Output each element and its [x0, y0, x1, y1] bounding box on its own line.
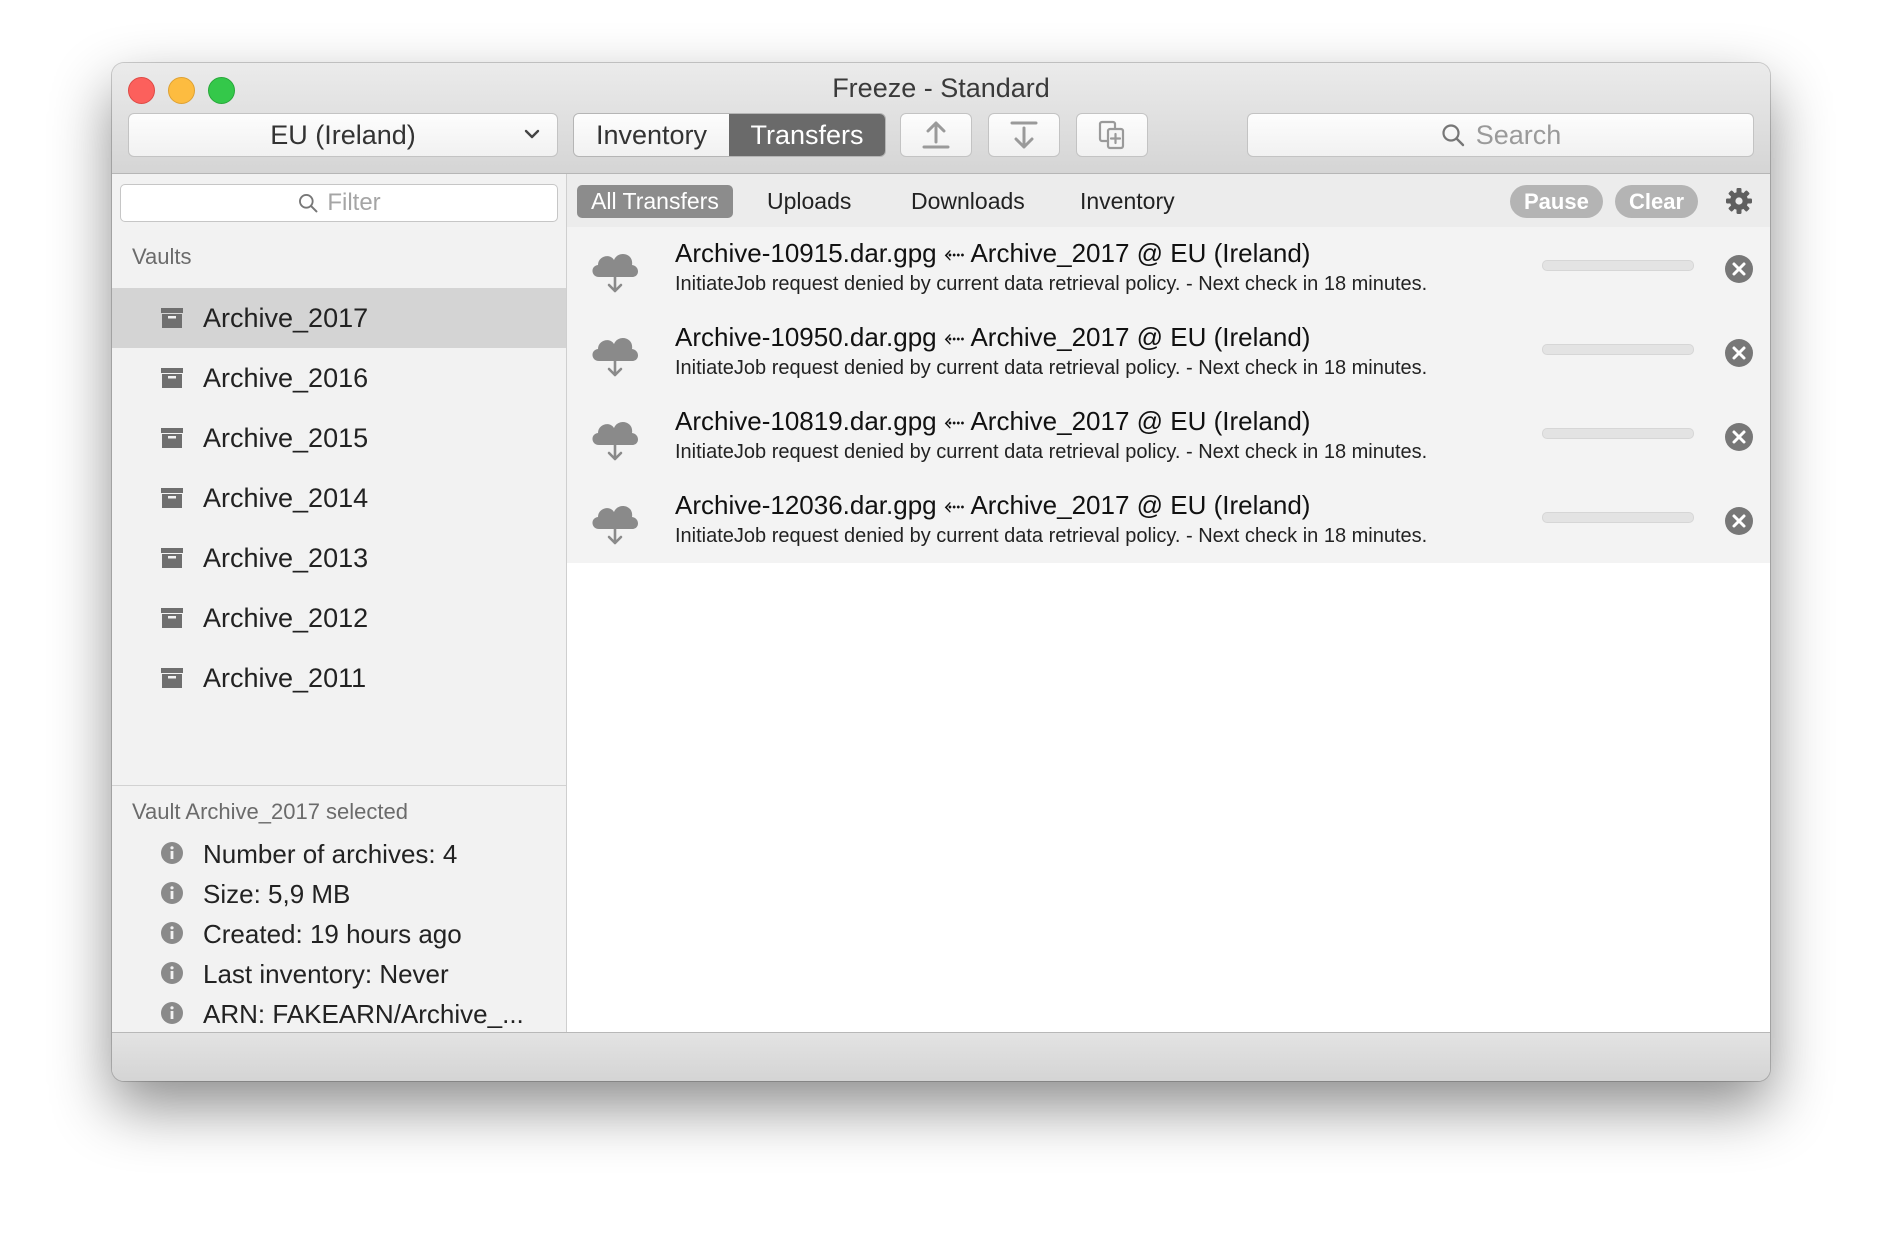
tab-inventory[interactable]: Inventory	[574, 114, 729, 156]
transfer-progress-bar	[1542, 428, 1694, 439]
download-icon	[1010, 121, 1038, 149]
vault-item[interactable]: Archive_2012	[112, 588, 566, 648]
archive-box-icon	[161, 668, 183, 688]
vault-list: Archive_2017 Archive_2016 Archive_2015 A…	[112, 288, 566, 708]
archive-box-icon	[161, 548, 183, 568]
sidebar: Filter Vaults Archive_2017 Archive_2016 …	[112, 174, 567, 1032]
vault-info-text: ARN: FAKEARN/Archive_...	[203, 998, 524, 1029]
transfer-row[interactable]: Archive-10915.dar.gpg ⬸ Archive_2017 @ E…	[567, 227, 1770, 311]
archive-box-icon	[161, 308, 183, 328]
transfer-progress-bar	[1542, 512, 1694, 523]
vault-label: Archive_2016	[203, 362, 369, 393]
download-button[interactable]	[988, 113, 1060, 157]
transfer-row[interactable]: Archive-10819.dar.gpg ⬸ Archive_2017 @ E…	[567, 395, 1770, 479]
close-circle-icon[interactable]	[1724, 254, 1754, 284]
filter-placeholder: Filter	[327, 189, 381, 216]
vault-item[interactable]: Archive_2017	[112, 288, 566, 348]
vault-info-row: ARN: FAKEARN/Archive_...	[112, 994, 566, 1034]
filter-tab-downloads[interactable]: Downloads	[911, 185, 1025, 218]
vaults-header: Vaults	[132, 244, 192, 269]
vault-label: Archive_2011	[203, 662, 367, 693]
archive-box-icon	[161, 368, 183, 388]
transfers-pane: All Transfers Uploads Downloads Inventor…	[567, 174, 1770, 1032]
vault-info-row: Last inventory: Never	[112, 954, 566, 994]
transfer-status: InitiateJob request denied by current da…	[675, 525, 1428, 547]
search-icon	[299, 194, 318, 213]
vault-item[interactable]: Archive_2014	[112, 468, 566, 528]
info-circle-icon	[161, 1002, 183, 1024]
vault-info-text: Number of archives: 4	[203, 838, 458, 869]
sidebar-divider	[112, 785, 566, 786]
filter-input[interactable]: Filter	[120, 184, 558, 222]
transfer-row[interactable]: Archive-12036.dar.gpg ⬸ Archive_2017 @ E…	[567, 479, 1770, 563]
vault-label: Archive_2014	[203, 482, 369, 513]
close-circle-icon[interactable]	[1724, 422, 1754, 452]
transfer-status: InitiateJob request denied by current da…	[675, 357, 1428, 379]
search-placeholder: Search	[1475, 119, 1562, 150]
transfer-progress-bar	[1542, 344, 1694, 355]
region-select-value: EU (Ireland)	[270, 119, 416, 150]
vault-info-row: Created: 19 hours ago	[112, 914, 566, 954]
clear-button[interactable]: Clear	[1615, 185, 1699, 218]
close-circle-icon[interactable]	[1724, 338, 1754, 368]
transfer-status: InitiateJob request denied by current da…	[675, 441, 1428, 463]
filter-tab-all-transfers[interactable]: All Transfers	[577, 185, 733, 218]
cloud-download-icon	[592, 337, 638, 377]
selected-vault-header: Vault Archive_2017 selected	[132, 799, 408, 824]
transfer-title: Archive-12036.dar.gpg ⬸ Archive_2017 @ E…	[675, 490, 1311, 520]
archive-box-icon	[161, 488, 183, 508]
vault-item[interactable]: Archive_2013	[112, 528, 566, 588]
close-circle-icon[interactable]	[1724, 506, 1754, 536]
cloud-download-icon	[592, 253, 638, 293]
info-circle-icon	[161, 842, 183, 864]
vault-info-text: Size: 5,9 MB	[203, 878, 351, 909]
filter-tab-inventory[interactable]: Inventory	[1080, 185, 1175, 218]
transfer-title: Archive-10915.dar.gpg ⬸ Archive_2017 @ E…	[675, 238, 1311, 268]
transfer-status: InitiateJob request denied by current da…	[675, 273, 1428, 295]
gear-icon[interactable]	[1725, 187, 1753, 215]
vault-info-text: Created: 19 hours ago	[203, 918, 462, 949]
vault-info-list: Number of archives: 4 Size: 5,9 MB Creat…	[112, 834, 566, 1034]
vault-info-row: Size: 5,9 MB	[112, 874, 566, 914]
transfer-title: Archive-10950.dar.gpg ⬸ Archive_2017 @ E…	[675, 322, 1311, 352]
cloud-download-icon	[592, 505, 638, 545]
vault-label: Archive_2012	[203, 602, 369, 633]
vault-item[interactable]: Archive_2011	[112, 648, 566, 708]
chevron-down-icon	[524, 129, 540, 139]
filter-tab-uploads[interactable]: Uploads	[767, 185, 851, 218]
vault-label: Archive_2015	[203, 422, 369, 453]
vault-item[interactable]: Archive_2016	[112, 348, 566, 408]
vault-info-text: Last inventory: Never	[203, 958, 449, 989]
search-icon	[1442, 124, 1464, 147]
archive-box-icon	[161, 428, 183, 448]
info-circle-icon	[161, 962, 183, 984]
copy-documents-icon	[1098, 120, 1125, 150]
upload-button[interactable]	[900, 113, 972, 157]
transfer-filter-bar: All Transfers Uploads Downloads Inventor…	[567, 174, 1770, 227]
vault-item[interactable]: Archive_2015	[112, 408, 566, 468]
window-title: Freeze - Standard	[832, 73, 1050, 103]
search-field[interactable]: Search	[1247, 113, 1754, 157]
cloud-download-icon	[592, 421, 638, 461]
title-bar: Freeze - Standard EU (Ireland) Inventory…	[112, 63, 1770, 174]
info-circle-icon	[161, 922, 183, 944]
archive-box-icon	[161, 608, 183, 628]
transfer-title: Archive-10819.dar.gpg ⬸ Archive_2017 @ E…	[675, 406, 1311, 436]
vault-label: Archive_2017	[203, 302, 369, 333]
transfer-row[interactable]: Archive-10950.dar.gpg ⬸ Archive_2017 @ E…	[567, 311, 1770, 395]
transfer-list: Archive-10915.dar.gpg ⬸ Archive_2017 @ E…	[567, 227, 1770, 563]
info-circle-icon	[161, 882, 183, 904]
copy-button[interactable]	[1076, 113, 1148, 157]
transfer-progress-bar	[1542, 260, 1694, 271]
vault-info-row: Number of archives: 4	[112, 834, 566, 874]
tab-transfers[interactable]: Transfers	[729, 114, 885, 156]
region-select[interactable]: EU (Ireland)	[128, 113, 558, 157]
pause-button[interactable]: Pause	[1510, 185, 1603, 218]
app-window: Freeze - Standard EU (Ireland) Inventory…	[112, 63, 1770, 1081]
view-segmented-control: Inventory Transfers	[573, 113, 886, 157]
upload-icon	[922, 121, 950, 149]
vault-label: Archive_2013	[203, 542, 369, 573]
status-bar	[112, 1032, 1770, 1081]
